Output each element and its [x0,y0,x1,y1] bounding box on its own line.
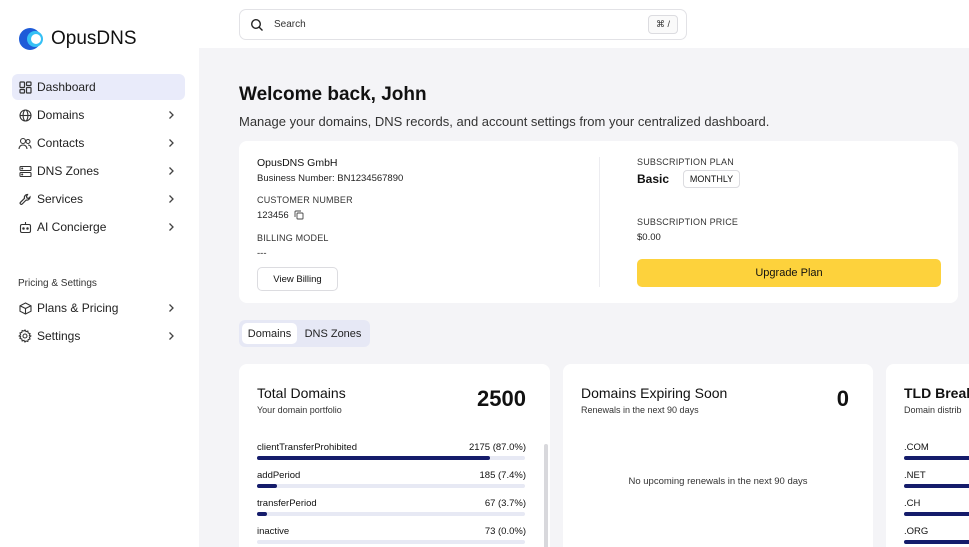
customer-number: 123456 [257,210,289,221]
status-bar [257,456,525,460]
opusdns-logo-icon [19,28,47,50]
chevron-right-icon [169,195,174,203]
sidebar-item-label: Dashboard [37,80,96,94]
sidebar-item-domains[interactable]: Domains [12,102,185,128]
chevron-right-icon [169,304,174,312]
account-card: OpusDNS GmbH Business Number: BN12345678… [239,141,958,303]
wrench-icon [18,192,32,206]
business-number: Business Number: BN1234567890 [257,173,404,184]
chevron-right-icon [169,111,174,119]
section-label: Pricing & Settings [18,278,97,289]
sidebar-item-label: Plans & Pricing [37,301,119,315]
chevron-right-icon [169,223,174,231]
logo[interactable]: OpusDNS [19,28,137,50]
status-row-value: 185 (7.4%) [479,470,526,481]
scrollbar[interactable] [544,444,548,547]
card-subtitle: Your domain portfolio [257,405,342,415]
sidebar-item-services[interactable]: Services [12,186,185,212]
view-billing-button[interactable]: View Billing [257,267,338,291]
expiring-count: 0 [836,386,849,411]
tld-bar [904,456,969,460]
sidebar-item-label: Contacts [37,136,85,150]
empty-state: No upcoming renewals in the next 90 days [628,476,808,487]
status-row-value: 2175 (87.0%) [468,442,526,453]
subscription-price-label: SUBSCRIPTION PRICE [637,217,739,227]
logo-text: OpusDNS [51,28,137,49]
globe-icon [18,108,32,122]
tld-breakdown-card: TLD Break Domain distrib .COM .NET .CH .… [886,364,969,547]
total-domains-card: Total Domains Your domain portfolio 2500… [239,364,550,547]
divider [599,157,600,287]
sidebar-item-label: Domains [37,108,85,122]
sidebar-item-label: DNS Zones [37,164,100,178]
search-icon [250,18,263,31]
sidebar: OpusDNS Dashboard Domains Contacts DNS Z… [0,0,199,547]
billing-model-label: BILLING MODEL [257,233,329,243]
status-bar [257,512,525,516]
search-input[interactable]: Search [274,19,306,30]
card-title: Domains Expiring Soon [581,385,728,401]
search-shortcut-badge: ⌘ / [648,15,678,34]
card-title: Total Domains [257,385,346,401]
tld-bar [904,540,969,544]
card-subtitle: Renewals in the next 90 days [581,405,699,415]
sidebar-item-ai-concierge[interactable]: AI Concierge [12,214,185,240]
sidebar-item-plans-pricing[interactable]: Plans & Pricing [12,295,185,321]
status-row-label: transferPeriod [257,498,317,509]
users-icon [18,136,32,150]
customer-number-label: CUSTOMER NUMBER [257,195,353,205]
card-subtitle: Domain distrib [904,405,962,415]
sidebar-item-contacts[interactable]: Contacts [12,130,185,156]
page-title: Welcome back, John [239,84,427,105]
sidebar-item-label: Settings [37,329,81,343]
tld-label: .ORG [904,526,929,537]
server-icon [18,164,32,178]
bot-icon [18,220,32,234]
plan-cycle-badge: MONTHLY [683,170,740,188]
sidebar-item-label: AI Concierge [37,220,107,234]
sidebar-item-settings[interactable]: Settings [12,323,185,349]
sidebar-item-label: Services [37,192,84,206]
status-bar [257,540,525,544]
subscription-price: $0.00 [637,232,661,243]
card-title: TLD Break [904,385,969,401]
status-bar-fill [257,512,267,516]
chevron-right-icon [169,139,174,147]
upgrade-plan-button[interactable]: Upgrade Plan [637,259,941,287]
status-bar-fill [257,484,277,488]
dashboard-tabs: Domains DNS Zones [239,320,370,347]
chevron-right-icon [169,332,174,340]
sidebar-item-dashboard[interactable]: Dashboard [12,74,185,100]
tld-label: .CH [904,498,921,509]
tld-bar [904,512,969,516]
tld-bar [904,484,969,488]
subscription-plan: Basic [637,172,670,186]
dashboard-icon [18,80,32,94]
status-row-value: 67 (3.7%) [484,498,526,509]
domains-expiring-card: Domains Expiring Soon Renewals in the ne… [563,364,873,547]
company-name: OpusDNS GmbH [257,157,338,169]
tld-label: .COM [904,442,929,453]
billing-model: --- [257,248,267,259]
status-row-label: inactive [257,526,290,537]
tab-domains[interactable]: Domains [242,323,297,344]
copy-icon[interactable] [294,210,304,220]
search-bar[interactable]: Search ⌘ / [239,9,687,40]
status-bar [257,484,525,488]
status-row-value: 73 (0.0%) [484,526,526,537]
status-bar-fill [257,456,491,460]
box-icon [18,301,32,315]
page-subtitle: Manage your domains, DNS records, and ac… [239,114,770,129]
chevron-right-icon [169,167,174,175]
gear-icon [18,329,32,343]
status-row-label: addPeriod [257,470,301,481]
subscription-plan-label: SUBSCRIPTION PLAN [637,157,734,167]
sidebar-item-dns-zones[interactable]: DNS Zones [12,158,185,184]
tab-dns-zones[interactable]: DNS Zones [299,323,367,344]
total-domains-count: 2500 [477,386,526,411]
status-row-label: clientTransferProhibited [257,442,357,453]
tld-label: .NET [904,470,926,481]
